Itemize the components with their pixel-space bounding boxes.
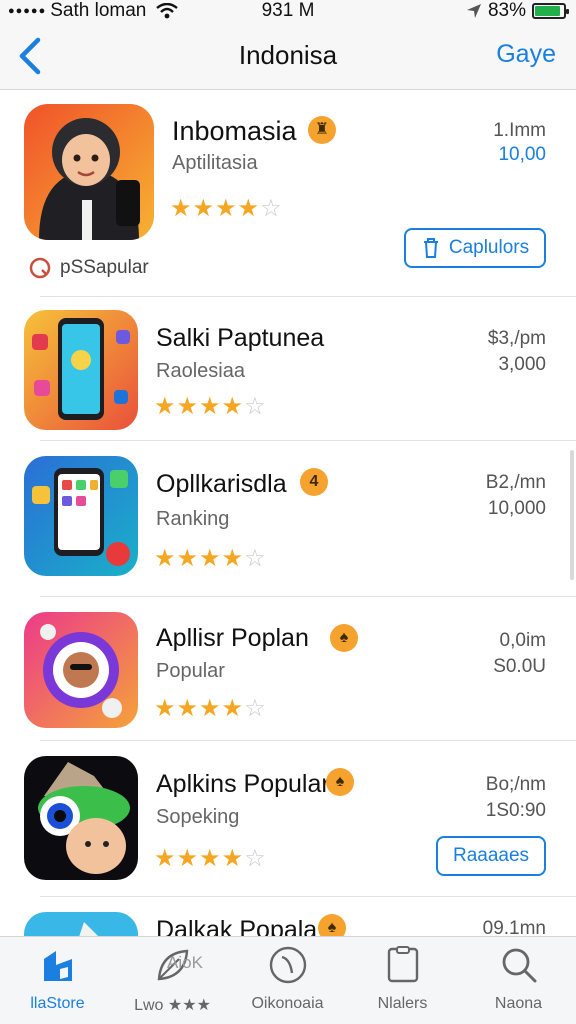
search-icon [502, 948, 536, 983]
magnifier-icon [29, 257, 51, 279]
filled-stars: ★★★★ [154, 695, 245, 722]
tab-label: llaStore [30, 995, 85, 1012]
app-downloads: 1S0:90 [485, 800, 546, 821]
app-name[interactable]: Opllkarisdla [156, 470, 287, 499]
app-subtitle: Popular [156, 660, 225, 682]
list-item[interactable]: Salki Paptunea Raolesiaa ★★★★☆ $3,/pm 3,… [0, 296, 576, 442]
verified-badge-icon: 4 [300, 468, 328, 496]
app-size: $3,/pm [487, 328, 546, 349]
verified-badge-icon: ♠ [330, 624, 358, 652]
app-name[interactable]: Salki Paptunea [156, 324, 324, 353]
filled-stars: ★★★★ [170, 195, 261, 222]
person-hoodie-icon [24, 104, 154, 240]
app-subtitle: Aptilitasia [172, 152, 258, 174]
half-star-icon: ☆ [244, 845, 267, 872]
popular-tag: pSSapular [28, 256, 149, 280]
download-button[interactable]: Caplulors [404, 228, 546, 268]
filled-stars: ★★★★ [154, 393, 245, 420]
app-name[interactable]: Aplkins Popular [156, 770, 330, 799]
location-arrow-icon [466, 4, 481, 18]
rocket-icon [24, 912, 138, 936]
tab-label: Oikonoaia [251, 995, 324, 1012]
face-ring-icon [24, 612, 138, 728]
page-title: Indonisa [238, 40, 338, 70]
battery-fill [535, 6, 560, 16]
list-item[interactable]: Apllisr Poplan ♠ Popular ★★★★☆ 0,0im S0.… [0, 596, 576, 742]
trash-icon [423, 238, 438, 258]
app-name[interactable]: Dalkak Popala [156, 916, 317, 936]
star-rating: ★★★★☆ [170, 194, 283, 223]
half-star-icon: ☆ [244, 393, 267, 420]
battery-icon [532, 3, 569, 19]
status-right: 83% [466, 0, 569, 22]
get-button-label: Raaaaes [452, 845, 530, 866]
status-bar: ●●●●● Sath loman 931 M 83% [0, 0, 576, 24]
app-downloads: 10,000 [487, 498, 546, 519]
app-size: 1.Imm [493, 120, 546, 141]
verified-badge-icon: ♠ [318, 914, 346, 936]
tab-bar: llaStore AioK Lwo ★★★ Oikonoaia Nlalers … [0, 936, 576, 1024]
app-size: 09.1mn [482, 918, 546, 936]
phone-apps-icon [24, 310, 138, 430]
download-button-label: Caplulors [448, 237, 530, 258]
app-list: Inbomasia ♜ Aptilitasia ★★★★☆ 1.Imm 10,0… [0, 90, 576, 936]
app-name[interactable]: Apllisr Poplan [156, 624, 309, 653]
phone-grid-icon [24, 456, 138, 576]
tab-overlay-text: AioK [167, 953, 203, 972]
divider [40, 740, 576, 741]
filled-stars: ★★★★ [154, 845, 245, 872]
verified-badge-icon: ♠ [326, 768, 354, 796]
list-item[interactable]: Dalkak Popala ♠ 09.1mn [0, 896, 576, 936]
tab-nlalers[interactable]: Nlalers [345, 937, 460, 1024]
store-icon [43, 951, 72, 981]
get-button[interactable]: Raaaaes [436, 836, 546, 876]
tab-label: Lwo ★★★ [134, 997, 211, 1014]
tab-store[interactable]: llaStore [0, 937, 115, 1024]
tab-discover[interactable]: Oikonoaia [230, 937, 345, 1024]
half-star-icon: ☆ [260, 195, 283, 222]
tab-lwo[interactable]: AioK Lwo ★★★ [115, 937, 230, 1024]
battery-percent: 83% [487, 0, 526, 21]
tab-label: Naona [494, 995, 543, 1012]
list-item[interactable]: Aplkins Popular ♠ Sopeking ★★★★☆ Bo;/nm … [0, 742, 576, 896]
app-size: Bo;/nm [485, 774, 546, 795]
navigation-bar: Indonisa Gaye [0, 24, 576, 90]
filled-stars: ★★★★ [154, 545, 245, 572]
list-item[interactable]: Opllkarisdla 4 Ranking ★★★★☆ B2,/mn 10,0… [0, 442, 576, 596]
tab-label: Nlalers [377, 995, 428, 1012]
app-size: B2,/mn [485, 472, 546, 493]
half-star-icon: ☆ [244, 695, 267, 722]
app-downloads: S0.0U [493, 656, 546, 677]
divider [40, 440, 576, 441]
nav-action-button[interactable]: Gaye [496, 40, 556, 69]
green-hat-character-icon [24, 756, 138, 880]
star-rating: ★★★★☆ [154, 844, 267, 873]
app-downloads: 3,000 [498, 354, 546, 375]
half-star-icon: ☆ [244, 545, 267, 572]
star-rating: ★★★★☆ [154, 392, 267, 421]
app-downloads: 10,00 [498, 144, 546, 165]
app-subtitle: Sopeking [156, 806, 240, 828]
tab-search[interactable]: Naona [461, 937, 576, 1024]
star-rating: ★★★★☆ [154, 694, 267, 723]
app-size: 0,0im [499, 630, 546, 651]
scrollbar[interactable] [570, 450, 574, 580]
compass-icon [269, 946, 306, 984]
list-item[interactable]: Inbomasia ♜ Aptilitasia ★★★★☆ 1.Imm 10,0… [0, 90, 576, 296]
document-icon [387, 946, 418, 983]
app-name[interactable]: Inbomasia [172, 116, 297, 147]
app-subtitle: Raolesiaa [156, 360, 245, 382]
verified-badge-icon: ♜ [308, 116, 336, 144]
popular-tag-label: pSSapular [60, 257, 149, 278]
star-rating: ★★★★☆ [154, 544, 267, 573]
app-subtitle: Ranking [156, 508, 230, 530]
